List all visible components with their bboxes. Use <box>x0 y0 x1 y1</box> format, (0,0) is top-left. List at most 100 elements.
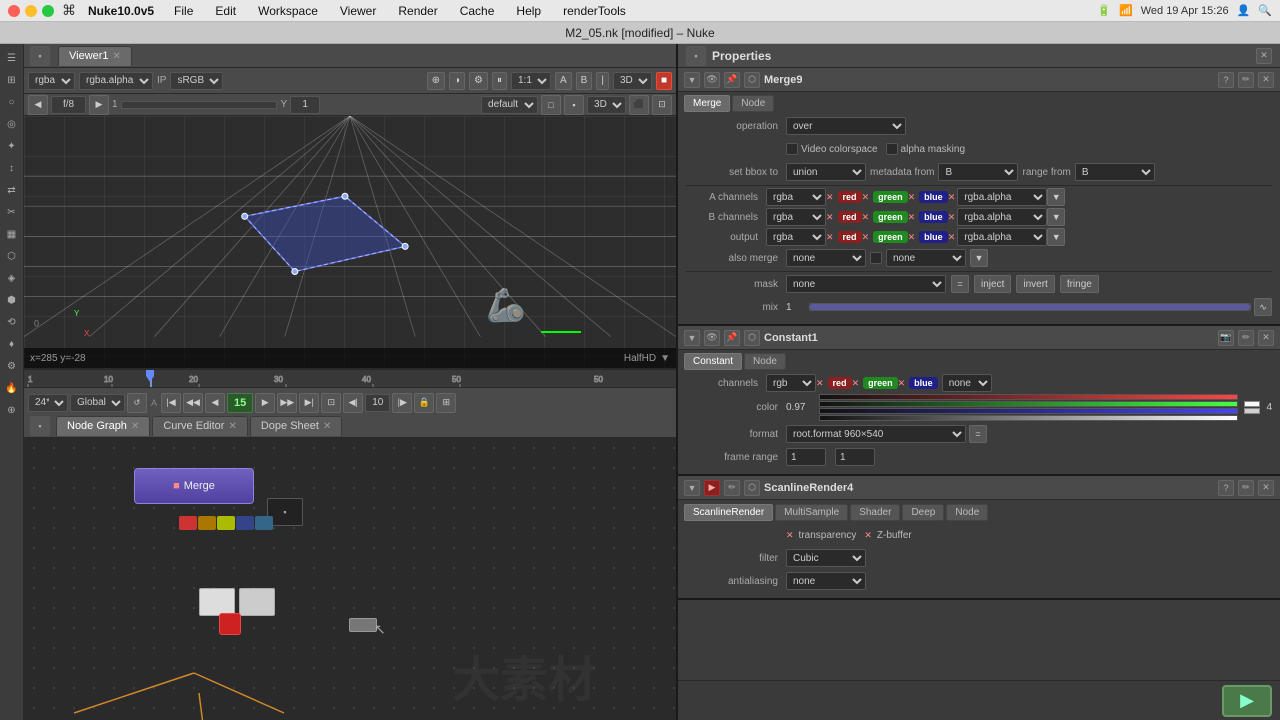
wipe-btn[interactable]: ▪ <box>564 95 584 115</box>
render-play-btn[interactable]: ▶ <box>1222 685 1272 717</box>
mask-eq-btn[interactable]: = <box>951 275 969 293</box>
also-merge-select1[interactable]: none <box>786 249 866 267</box>
toolbar-icon-16[interactable]: 🔥 <box>2 378 22 398</box>
scanline-tab-node[interactable]: Node <box>946 504 988 521</box>
play-fwd-btn[interactable]: ▶▶ <box>277 393 297 413</box>
color-btn[interactable]: ■ <box>656 72 672 90</box>
inject-btn[interactable]: inject <box>974 275 1011 293</box>
colorspace-select[interactable]: sRGB <box>170 72 223 90</box>
range-btn[interactable]: ⊞ <box>436 393 456 413</box>
frame-range-start[interactable] <box>786 448 826 466</box>
a-red-x[interactable]: ✕ <box>826 192 834 203</box>
out-channels-menu[interactable]: ▼ <box>1047 228 1065 246</box>
frame-range-end[interactable] <box>835 448 875 466</box>
viewer-panel-icon[interactable]: ▪ <box>30 46 50 66</box>
merge9-close-btn[interactable]: ✕ <box>1258 72 1274 88</box>
a-alpha-x[interactable]: ✕ <box>948 192 956 203</box>
scan-render-btn[interactable]: ▶ <box>704 480 720 496</box>
color2-btn[interactable]: ⬛ <box>629 95 649 115</box>
viewer-tab[interactable]: Viewer1 ✕ <box>58 46 132 66</box>
scan-collapse-btn[interactable]: ▼ <box>684 480 700 496</box>
a-channels-menu[interactable]: ▼ <box>1047 188 1065 206</box>
out-blue-x[interactable]: ✕ <box>908 232 916 243</box>
toolbar-icon-12[interactable]: ⬢ <box>2 290 22 310</box>
strip-node[interactable] <box>179 516 273 530</box>
step-back-btn[interactable]: ◀ <box>205 393 225 413</box>
constant-tab[interactable]: Constant <box>684 353 742 370</box>
search-icon[interactable]: 🔍 <box>1258 4 1272 17</box>
b-green-x[interactable]: ✕ <box>862 212 870 223</box>
viewer-a-btn[interactable]: A <box>555 72 572 90</box>
viewer-b-btn[interactable]: B <box>576 72 593 90</box>
frame-step-fwd-btn[interactable]: |▶ <box>392 393 412 413</box>
scanline-tab-deep[interactable]: Deep <box>902 504 944 521</box>
monitor-btn[interactable]: □ <box>541 95 561 115</box>
alpha-masking-check[interactable]: alpha masking <box>886 143 965 155</box>
merge9-collapse-btn[interactable]: ▼ <box>684 72 700 88</box>
scanline-tab-main[interactable]: ScanlineRender <box>684 504 773 521</box>
play-btn[interactable]: ▶ <box>255 393 275 413</box>
metadata-select[interactable]: B <box>938 163 1018 181</box>
scan-settings-btn[interactable]: ✏ <box>1238 480 1254 496</box>
exposure-input[interactable] <box>51 96 86 114</box>
menu-file[interactable]: File <box>170 2 197 20</box>
scanline-tab-multisample[interactable]: MultiSample <box>775 504 848 521</box>
out-red-x[interactable]: ✕ <box>826 232 834 243</box>
viewer-tab-close[interactable]: ✕ <box>113 51 121 62</box>
transparency-check[interactable]: ✕ transparency <box>786 530 856 541</box>
node-canvas[interactable]: 大素材 <box>24 438 676 720</box>
reset-btn[interactable]: ↺ <box>127 393 147 413</box>
scan-help-btn[interactable]: ? <box>1218 480 1234 496</box>
toolbar-icon-8[interactable]: ✂ <box>2 202 22 222</box>
merge9-pin-btn[interactable]: 📌 <box>724 72 740 88</box>
global-select[interactable]: Global <box>70 394 125 412</box>
mask-btn[interactable]: ⊡ <box>652 95 672 115</box>
operation-select[interactable]: over <box>786 117 906 135</box>
mix-slider[interactable] <box>809 303 1251 311</box>
dope-sheet-close[interactable]: ✕ <box>323 421 331 432</box>
antialiasing-select[interactable]: none <box>786 572 866 590</box>
mix-curve-btn[interactable]: ∿ <box>1254 298 1272 316</box>
const-close-btn[interactable]: ✕ <box>1258 330 1274 346</box>
merge9-help-btn[interactable]: ? <box>1218 72 1234 88</box>
fringe-btn[interactable]: fringe <box>1060 275 1099 293</box>
const-green-x[interactable]: ✕ <box>852 378 860 389</box>
node-graph-tab[interactable]: Node Graph ✕ <box>56 416 150 436</box>
b-blue-x[interactable]: ✕ <box>908 212 916 223</box>
const-channels-select[interactable]: rgb <box>766 374 816 392</box>
a-channels-select[interactable]: rgba <box>766 188 826 206</box>
stop-btn[interactable]: ⊡ <box>321 393 341 413</box>
b-red-x[interactable]: ✕ <box>826 212 834 223</box>
scale-select[interactable]: 1:1 <box>511 72 551 90</box>
y-input[interactable] <box>290 96 320 114</box>
toolbar-icon-1[interactable]: ☰ <box>2 48 22 68</box>
const-node-btn[interactable]: ⬡ <box>744 330 760 346</box>
b-channels-menu[interactable]: ▼ <box>1047 208 1065 226</box>
toolbar-icon-5[interactable]: ✦ <box>2 136 22 156</box>
output-select[interactable]: rgba <box>766 228 826 246</box>
view-3d-btn[interactable]: 3D <box>587 96 626 114</box>
format-select[interactable]: root.format 960×540 <box>786 425 966 443</box>
white-node-2[interactable] <box>239 588 275 616</box>
channel-select[interactable]: rgba <box>28 72 75 90</box>
const-pin-btn[interactable]: 📌 <box>724 330 740 346</box>
default-select[interactable]: default <box>481 96 538 114</box>
const-blue-x[interactable]: ✕ <box>898 378 906 389</box>
prev-frame-btn[interactable]: ◀ <box>28 95 48 115</box>
props-close-btn[interactable]: ✕ <box>1256 48 1272 64</box>
gamma-btn[interactable]: ◑ <box>449 72 465 90</box>
a-green-x[interactable]: ✕ <box>862 192 870 203</box>
alpha-color-slider[interactable] <box>819 415 1238 421</box>
next-frame-btn[interactable]: ▶ <box>89 95 109 115</box>
frame-slider[interactable] <box>121 101 278 109</box>
toolbar-icon-9[interactable]: ▦ <box>2 224 22 244</box>
toolbar-icon-2[interactable]: ⊞ <box>2 70 22 90</box>
fps-select[interactable]: 24* <box>28 394 68 412</box>
blue-color-slider[interactable] <box>819 408 1238 414</box>
scan-pencil-btn[interactable]: ✏ <box>724 480 740 496</box>
const-red-x[interactable]: ✕ <box>816 378 824 389</box>
menu-rendertools[interactable]: renderTools <box>559 2 630 20</box>
b-alpha-x[interactable]: ✕ <box>948 212 956 223</box>
scan-node-btn[interactable]: ⬡ <box>744 480 760 496</box>
curve-editor-close[interactable]: ✕ <box>228 421 236 432</box>
